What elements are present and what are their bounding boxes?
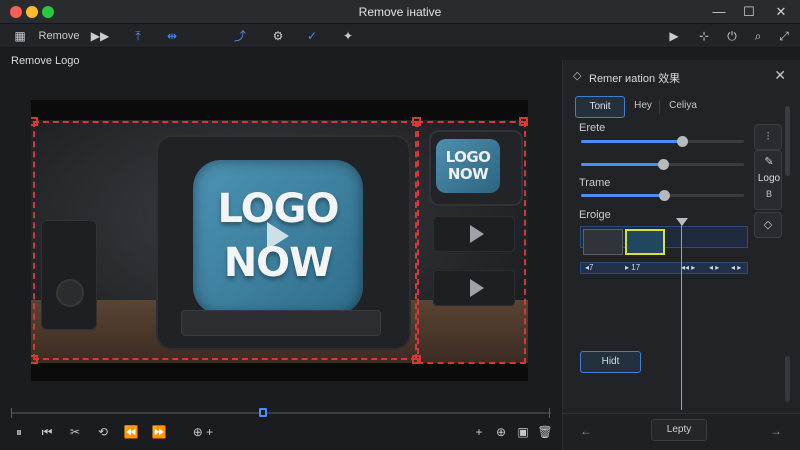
sidebar-icon[interactable]: ▦ (10, 26, 30, 46)
add-track-icon[interactable]: ⊕ + (186, 424, 220, 440)
adjust-button[interactable]: ⫶ (754, 124, 782, 150)
video-preview[interactable]: LOGO NOW LOGO NOW (31, 100, 528, 381)
slider-1-fill (581, 140, 683, 143)
field-label-3: Trame (579, 177, 611, 189)
prev-arrow-icon[interactable]: ← (577, 422, 595, 440)
marker-label: ▸ 17 (625, 263, 641, 272)
zoom-plus-icon[interactable]: + (470, 424, 488, 440)
timeline-scrubber[interactable] (11, 408, 551, 418)
effects-panel: ◇ Remer иation 效果 ✕ Tonit Hey Celiya Ere… (562, 60, 800, 450)
clip-thumb-2[interactable] (625, 229, 665, 255)
cut-icon[interactable]: ✂ (66, 424, 84, 440)
trim-icon[interactable]: ⊹ (694, 26, 714, 46)
logo-selection-box[interactable] (33, 121, 417, 360)
panel-footer: ← Lepty → (563, 413, 800, 450)
clip-strip[interactable] (580, 226, 748, 255)
pen-icon: ✎ (764, 156, 774, 168)
side-tool-label: Logo (757, 173, 781, 184)
slider-3-fill (581, 194, 665, 197)
selection-handle[interactable] (31, 117, 38, 126)
play-icon[interactable]: ▶ (664, 26, 684, 46)
split-icon[interactable]: ⇹ (162, 26, 182, 46)
tab-0[interactable]: Tonit (575, 96, 625, 118)
slider-1[interactable] (581, 136, 744, 147)
playhead[interactable] (681, 220, 682, 410)
delete-icon[interactable]: 🗑 (536, 424, 554, 440)
selection-handle[interactable] (519, 117, 528, 126)
selection-handle[interactable] (31, 355, 38, 364)
search-icon[interactable]: ⌕ (748, 26, 768, 46)
scrub-handle[interactable] (259, 408, 267, 417)
check-icon[interactable]: ✓ (302, 26, 322, 46)
window-minimize-icon[interactable]: — (708, 2, 730, 22)
clip-markers: ◂7 ▸ 17 ◂◂ ▸ ◂ ▸ ◂ ▸ (580, 262, 748, 274)
history-icon[interactable]: ⟲ (94, 424, 112, 440)
logo-selection-box-2[interactable] (417, 121, 526, 364)
panel-scrollbar[interactable] (785, 106, 790, 176)
page-title: Remove Logo (11, 55, 80, 67)
slider-1-knob[interactable] (677, 136, 689, 147)
image-icon[interactable]: ▣ (514, 424, 532, 440)
tab-divider (659, 100, 660, 114)
expand-icon[interactable]: ⤢ (774, 26, 794, 46)
step-icon[interactable]: ⏸ (10, 424, 28, 440)
main-toolbar: ▦ Remove ▶▶ ⤒ ⇹ ⤴ ⚙ ✓ ✦ ▶ ⊹ ⏻ ⌕ ⤢ (0, 24, 800, 48)
workspace: Remove Logo LOGO NOW LOGO NOW ⏸ ⏮ ✂ ⟲ ⏪ … (0, 48, 562, 450)
back-icon[interactable]: ⏪ (122, 424, 140, 440)
crosshair-icon[interactable]: ⊕ (492, 424, 510, 440)
tab-2[interactable]: Celiya (663, 96, 703, 118)
logo-tool-button[interactable]: ✎ Logo B (754, 150, 782, 210)
slider-2[interactable] (581, 159, 744, 170)
side-tool-sub: B (765, 189, 772, 199)
close-icon[interactable]: ✕ (774, 67, 786, 84)
window-title: Remove iнative (358, 5, 442, 19)
window-maximize-icon[interactable]: ☐ (738, 2, 760, 22)
rewind-icon[interactable]: ⏮ (38, 424, 56, 440)
marker-label: ◂7 (585, 263, 594, 272)
slider-2-knob[interactable] (657, 159, 669, 170)
window-close-icon[interactable]: ✕ (770, 2, 792, 22)
panel-scrollbar-lower[interactable] (785, 356, 790, 402)
slider-3[interactable] (581, 190, 744, 201)
play-forward-icon[interactable]: ▶▶ (90, 26, 110, 46)
slider-2-fill (581, 163, 663, 166)
panel-title: Remer иation 效果 (589, 73, 681, 85)
upload-icon[interactable]: ⤴ (230, 26, 250, 46)
scrub-tick (549, 408, 550, 418)
marker-label: ◂ ▸ (709, 263, 720, 272)
remove-button[interactable]: Remove (34, 26, 84, 46)
playhead-marker[interactable] (676, 218, 688, 226)
slider-3-knob[interactable] (659, 190, 671, 201)
clip-thumb-1[interactable] (583, 229, 623, 255)
marker-label: ◂ ▸ (731, 263, 742, 272)
diamond-button[interactable]: ◇ (754, 212, 782, 238)
hide-button[interactable]: Hidt (580, 351, 641, 373)
footer-button[interactable]: Lepty (651, 419, 707, 441)
power-icon[interactable]: ⏻ (722, 26, 742, 46)
title-bar: Remove iнative — ☐ ✕ (0, 0, 800, 24)
diamond-icon: ◇ (573, 70, 582, 82)
forward-icon[interactable]: ⏩ (150, 424, 168, 440)
tab-1[interactable]: Hey (629, 96, 657, 118)
scrub-tick (11, 408, 12, 418)
field-label-1: Erete (579, 122, 606, 134)
next-arrow-icon[interactable]: → (767, 422, 785, 440)
export-icon[interactable]: ⤒ (128, 26, 148, 46)
settings-icon[interactable]: ⚙ (268, 26, 288, 46)
marker-label: ◂◂ ▸ (681, 263, 696, 272)
pin-icon[interactable]: ✦ (338, 26, 358, 46)
field-label-4: Eroige (579, 209, 611, 221)
